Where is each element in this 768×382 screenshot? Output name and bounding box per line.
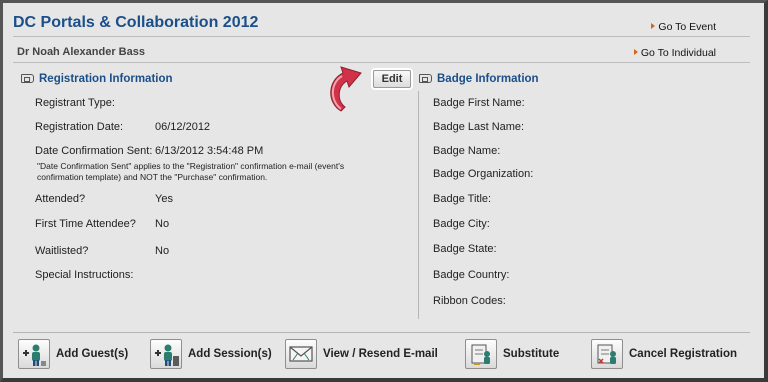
title-row: DC Portals & Collaboration 2012 Go To Ev… — [13, 14, 750, 37]
substitute-button[interactable]: Substitute — [465, 339, 559, 369]
envelope-icon[interactable] — [285, 339, 317, 369]
person-row: Dr Noah Alexander Bass Go To Individual — [13, 41, 750, 63]
edit-button[interactable]: Edit — [373, 70, 411, 88]
add-guests-label[interactable]: Add Guest(s) — [56, 348, 128, 360]
go-to-event-link[interactable]: Go To Event — [651, 21, 716, 33]
add-sessions-label[interactable]: Add Session(s) — [188, 348, 272, 360]
go-to-event-label[interactable]: Go To Event — [658, 21, 716, 33]
actions-divider — [13, 332, 750, 333]
field-label: Badge City: — [433, 218, 490, 230]
section-collapse-icon[interactable] — [21, 74, 34, 83]
add-guest-icon[interactable] — [18, 339, 50, 369]
cancel-registration-button[interactable]: Cancel Registration — [591, 339, 737, 369]
field-label: Waitlisted? — [35, 245, 89, 257]
badge-section-header: Badge Information — [419, 73, 539, 85]
field-label: Badge Title: — [433, 193, 492, 205]
add-guests-button[interactable]: Add Guest(s) — [18, 339, 128, 369]
cancel-registration-label[interactable]: Cancel Registration — [629, 348, 737, 360]
field-label: Ribbon Codes: — [433, 295, 506, 307]
field-value: Yes — [155, 193, 173, 205]
field-label: Date Confirmation Sent: — [35, 145, 153, 157]
link-arrow-icon — [651, 23, 656, 29]
registration-section-header: Registration Information — [21, 73, 173, 85]
section-collapse-icon[interactable] — [419, 74, 432, 83]
column-divider — [418, 91, 419, 319]
add-sessions-button[interactable]: Add Session(s) — [150, 339, 272, 369]
go-to-individual-label[interactable]: Go To Individual — [641, 47, 716, 59]
registration-panel: DC Portals & Collaboration 2012 Go To Ev… — [0, 0, 768, 382]
field-value: 06/12/2012 — [155, 121, 211, 133]
field-label: Registrant Type: — [35, 97, 115, 109]
badge-section-title: Badge Information — [437, 73, 539, 85]
registration-section-title: Registration Information — [39, 73, 173, 85]
field-label: First Time Attendee? — [35, 218, 136, 230]
field-label: Attended? — [35, 193, 86, 205]
event-title: DC Portals & Collaboration 2012 — [13, 14, 259, 31]
field-label: Badge Name: — [433, 145, 501, 157]
link-arrow-icon — [633, 49, 638, 55]
substitute-icon[interactable] — [465, 339, 497, 369]
add-session-icon[interactable] — [150, 339, 182, 369]
field-label: Badge State: — [433, 243, 497, 255]
field-label: Registration Date: — [35, 121, 124, 133]
person-name: Dr Noah Alexander Bass — [17, 46, 145, 58]
field-label: Badge Country: — [433, 269, 510, 281]
confirmation-note: "Date Confirmation Sent" applies to the … — [37, 161, 345, 182]
field-label: Badge First Name: — [433, 97, 525, 109]
cancel-registration-icon[interactable] — [591, 339, 623, 369]
substitute-label[interactable]: Substitute — [503, 348, 559, 360]
field-label: Special Instructions: — [35, 269, 134, 281]
view-resend-email-label[interactable]: View / Resend E-mail — [323, 348, 438, 360]
field-value: 6/13/2012 3:54:48 PM — [155, 145, 264, 157]
field-value: No — [155, 245, 170, 257]
field-value: No — [155, 218, 170, 230]
go-to-individual-link[interactable]: Go To Individual — [633, 47, 716, 59]
callout-arrow-icon — [330, 66, 362, 112]
view-resend-email-button[interactable]: View / Resend E-mail — [285, 339, 438, 369]
field-label: Badge Organization: — [433, 168, 534, 180]
field-label: Badge Last Name: — [433, 121, 525, 133]
